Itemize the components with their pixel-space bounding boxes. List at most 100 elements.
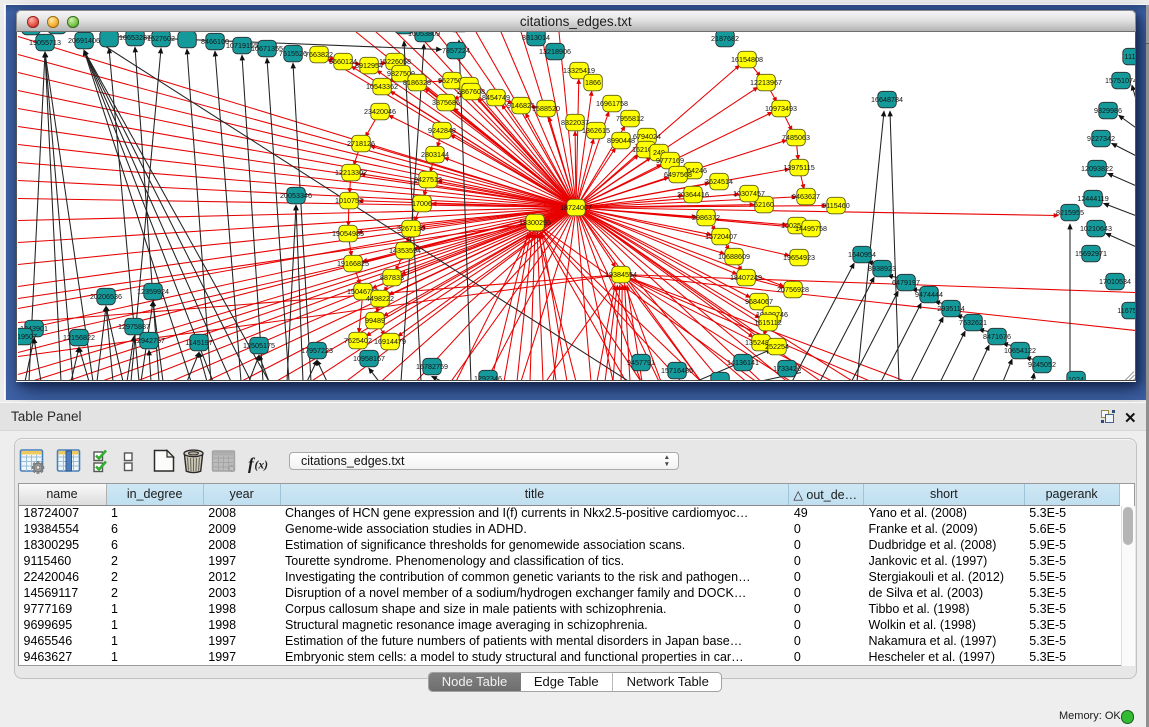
svg-text:9474444: 9474444 <box>915 290 943 299</box>
svg-text:10307457: 10307457 <box>733 189 765 198</box>
svg-text:1145197: 1145197 <box>185 338 212 347</box>
svg-text:9227342: 9227342 <box>1087 134 1115 143</box>
svg-text:6479197: 6479197 <box>892 278 920 287</box>
svg-text:20053346: 20053346 <box>280 191 312 200</box>
svg-text:10654122: 10654122 <box>1004 346 1036 355</box>
svg-text:2187682: 2187682 <box>711 34 739 43</box>
svg-text:1615112: 1615112 <box>754 318 781 327</box>
svg-text:3919507: 3919507 <box>18 332 37 341</box>
svg-text:1010752: 1010752 <box>335 196 363 205</box>
svg-text:12444119: 12444119 <box>1077 194 1108 203</box>
svg-text:8466160: 8466160 <box>201 37 229 46</box>
svg-text:16648784: 16648784 <box>871 95 903 104</box>
svg-text:1588520: 1588520 <box>532 104 560 113</box>
svg-text:252254: 252254 <box>765 342 789 351</box>
svg-text:12505175: 12505175 <box>243 341 275 350</box>
svg-text:3267130: 3267130 <box>397 224 425 233</box>
svg-text:(x): (x) <box>255 460 269 472</box>
svg-text:12093822: 12093822 <box>1081 164 1113 173</box>
svg-text:12156822: 12156822 <box>63 333 95 342</box>
svg-text:16053809: 16053809 <box>408 32 440 38</box>
svg-text:62160: 62160 <box>754 200 774 209</box>
svg-text:7625402: 7625402 <box>344 336 372 345</box>
svg-text:9115460: 9115460 <box>822 201 849 210</box>
svg-text:16154808: 16154808 <box>731 55 763 64</box>
svg-text:1292346: 1292346 <box>474 374 502 381</box>
svg-text:9660124: 9660124 <box>329 57 357 66</box>
svg-text:2986372: 2986372 <box>692 213 720 222</box>
svg-text:887833: 887833 <box>380 273 404 282</box>
svg-text:9684067: 9684067 <box>745 297 773 306</box>
svg-text:12213302: 12213302 <box>335 168 367 177</box>
svg-text:19654923: 19654923 <box>783 253 815 262</box>
svg-text:1117: 1117 <box>1124 52 1135 61</box>
svg-text:15226058: 15226058 <box>379 57 411 66</box>
svg-text:14136141: 14136141 <box>727 358 759 367</box>
svg-text:16961758: 16961758 <box>596 99 628 108</box>
svg-text:18407249: 18407249 <box>730 273 762 282</box>
svg-text:3624514: 3624514 <box>705 177 733 186</box>
svg-text:10210643: 10210643 <box>1080 224 1112 233</box>
svg-text:19166825: 19166825 <box>337 259 369 268</box>
svg-text:16914479: 16914479 <box>374 337 406 346</box>
svg-text:12942757: 12942757 <box>133 336 165 345</box>
svg-text:20756928: 20756928 <box>777 285 809 294</box>
svg-text:10973493: 10973493 <box>765 104 797 113</box>
svg-text:9463627: 9463627 <box>792 192 820 201</box>
svg-text:9146821: 9146821 <box>507 101 535 110</box>
svg-text:13975115: 13975115 <box>783 163 814 172</box>
svg-text:12359924: 12359924 <box>137 287 169 296</box>
svg-text:20206536: 20206536 <box>90 292 122 301</box>
svg-text:7857224: 7857224 <box>442 46 470 55</box>
svg-text:13218906: 13218906 <box>539 47 571 56</box>
svg-text:8454749: 8454749 <box>482 93 510 102</box>
svg-text:8938923: 8938923 <box>868 264 896 273</box>
svg-text:15692971: 15692971 <box>1075 249 1107 258</box>
svg-text:17957223: 17957223 <box>301 346 333 355</box>
svg-text:19055713: 19055713 <box>29 38 61 47</box>
svg-text:23420046: 23420046 <box>364 107 396 116</box>
svg-text:15751074: 15751074 <box>1105 76 1135 85</box>
svg-text:1733426: 1733426 <box>773 364 801 373</box>
svg-text:1362615: 1362615 <box>582 126 610 135</box>
svg-text:10958167: 10958167 <box>353 354 385 363</box>
svg-text:8215955: 8215955 <box>1056 208 1084 217</box>
svg-text:7485063: 7485063 <box>782 133 810 142</box>
svg-text:1866: 1866 <box>585 78 601 87</box>
svg-text:1024: 1024 <box>1068 375 1084 381</box>
svg-text:19384554: 19384554 <box>605 270 637 279</box>
svg-text:18724007: 18724007 <box>560 203 592 212</box>
svg-text:17006: 17006 <box>412 199 432 208</box>
svg-text:8186328: 8186328 <box>403 78 431 87</box>
svg-text:6794024: 6794024 <box>633 132 661 141</box>
svg-text:2867608: 2867608 <box>457 87 485 96</box>
svg-text:19054985: 19054985 <box>332 229 364 238</box>
svg-text:10543362: 10543362 <box>366 82 398 91</box>
svg-text:6497568: 6497568 <box>664 170 692 179</box>
svg-text:12213967: 12213967 <box>750 78 782 87</box>
svg-text:9777169: 9777169 <box>656 156 684 165</box>
svg-text:8990448: 8990448 <box>607 136 635 145</box>
svg-text:1167534: 1167534 <box>1117 306 1135 315</box>
svg-text:14495758: 14495758 <box>795 224 827 233</box>
svg-text:20691406: 20691406 <box>68 36 100 45</box>
svg-text:7632621: 7632621 <box>959 318 987 327</box>
svg-text:1640954: 1640954 <box>848 250 876 259</box>
svg-text:12975887: 12975887 <box>118 322 150 331</box>
svg-text:14353594: 14353594 <box>389 246 421 255</box>
svg-text:9329986: 9329986 <box>1094 106 1122 115</box>
svg-text:17010534: 17010534 <box>1099 277 1131 286</box>
svg-text:99489: 99489 <box>365 316 385 325</box>
svg-text:15716485: 15716485 <box>661 366 693 375</box>
svg-text:16782759: 16782759 <box>416 362 448 371</box>
svg-text:9242848: 9242848 <box>428 126 456 135</box>
svg-text:13325419: 13325419 <box>563 66 595 75</box>
svg-text:3875685: 3875685 <box>432 98 460 107</box>
svg-text:7515526: 7515526 <box>279 49 307 58</box>
svg-text:8471676: 8471676 <box>983 332 1011 341</box>
svg-text:20364416: 20364416 <box>677 190 709 199</box>
svg-text:9245052: 9245052 <box>1028 360 1056 369</box>
svg-text:2935114: 2935114 <box>937 304 964 313</box>
svg-text:10688609: 10688609 <box>718 252 750 261</box>
svg-text:2718126: 2718126 <box>347 139 375 148</box>
